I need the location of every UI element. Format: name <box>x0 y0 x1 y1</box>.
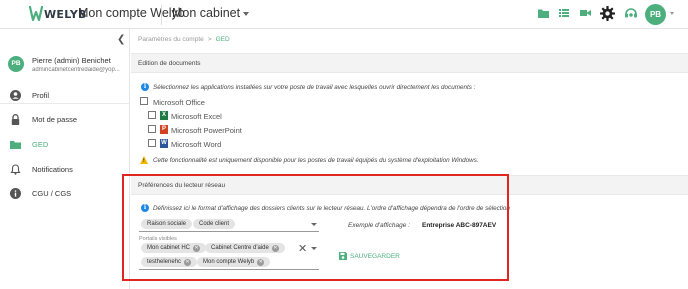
cabinet-selector[interactable]: Mon cabinet <box>172 6 250 20</box>
topbar-divider <box>161 5 162 25</box>
lock-icon <box>11 114 20 125</box>
account-title: Mon compte Welyb <box>78 6 185 20</box>
breadcrumb-current: GED <box>215 36 230 43</box>
sidebar: ❮ PB Pierre (admin) Benichet admincabine… <box>0 29 130 289</box>
list-icon[interactable] <box>559 8 569 18</box>
user-email: admincabinetcentredaide@yop... <box>32 67 120 73</box>
word-icon: W <box>160 139 168 148</box>
excel-icon: X <box>160 111 168 120</box>
folder-icon <box>10 141 21 149</box>
folder-icon[interactable] <box>538 8 549 18</box>
chevron-down-icon <box>243 11 250 16</box>
chevron-left-icon[interactable]: ❮ <box>117 34 125 45</box>
sidebar-item-ged[interactable]: GED <box>0 137 130 153</box>
word-checkbox[interactable] <box>148 139 156 147</box>
info-icon <box>10 188 21 199</box>
office-label: Microsoft Office <box>153 98 205 107</box>
documents-info-text: Sélectionnez les applications installées… <box>153 84 476 91</box>
sidebar-item-cgu[interactable]: CGU / CGS <box>0 186 130 202</box>
person-icon <box>10 90 21 101</box>
sidebar-item-profil[interactable]: Profil <box>0 88 130 104</box>
sidebar-item-label: Mot de passe <box>32 115 78 124</box>
video-icon[interactable] <box>580 8 591 18</box>
avatar-menu-caret-icon[interactable] <box>670 12 674 15</box>
info-icon: i <box>141 83 149 91</box>
documents-section-title: Edition de documents <box>138 60 201 67</box>
user-name: Pierre (admin) Benichet <box>32 56 111 65</box>
office-checkbox[interactable] <box>140 97 148 105</box>
sidebar-item-label: CGU / CGS <box>32 189 72 198</box>
bell-icon <box>10 164 21 175</box>
gear-icon[interactable] <box>600 6 615 21</box>
support-icon[interactable] <box>624 6 638 20</box>
sidebar-item-notifications[interactable]: Notifications <box>0 162 130 178</box>
sidebar-item-label: Profil <box>32 91 50 100</box>
sidebar-item-label: GED <box>32 140 49 149</box>
avatar[interactable]: PB <box>645 4 666 25</box>
user-avatar: PB <box>8 56 24 72</box>
breadcrumb-separator: > <box>207 36 212 43</box>
warning-mark: ! <box>143 158 145 164</box>
highlight-frame <box>122 174 509 281</box>
top-bar: WELYB Mon compte Welyb Mon cabinet PB <box>0 0 688 29</box>
sidebar-item-password[interactable]: Mot de passe <box>0 112 130 128</box>
breadcrumb-parent[interactable]: Paramètres du compte <box>138 36 204 43</box>
powerpoint-icon: P <box>160 125 168 134</box>
word-label: Microsoft Word <box>171 140 222 149</box>
powerpoint-label: Microsoft PowerPoint <box>171 126 242 135</box>
warning-text: Cette fonctionnalité est uniquement disp… <box>153 157 479 164</box>
breadcrumb: Paramètres du compte > GED <box>138 36 230 43</box>
welyb-logo <box>29 5 43 22</box>
sidebar-item-label: Notifications <box>32 165 73 174</box>
excel-label: Microsoft Excel <box>171 112 222 121</box>
powerpoint-checkbox[interactable] <box>148 125 156 133</box>
excel-checkbox[interactable] <box>148 111 156 119</box>
documents-section-header: Edition de documents <box>131 53 688 73</box>
cabinet-label: Mon cabinet <box>172 6 241 20</box>
